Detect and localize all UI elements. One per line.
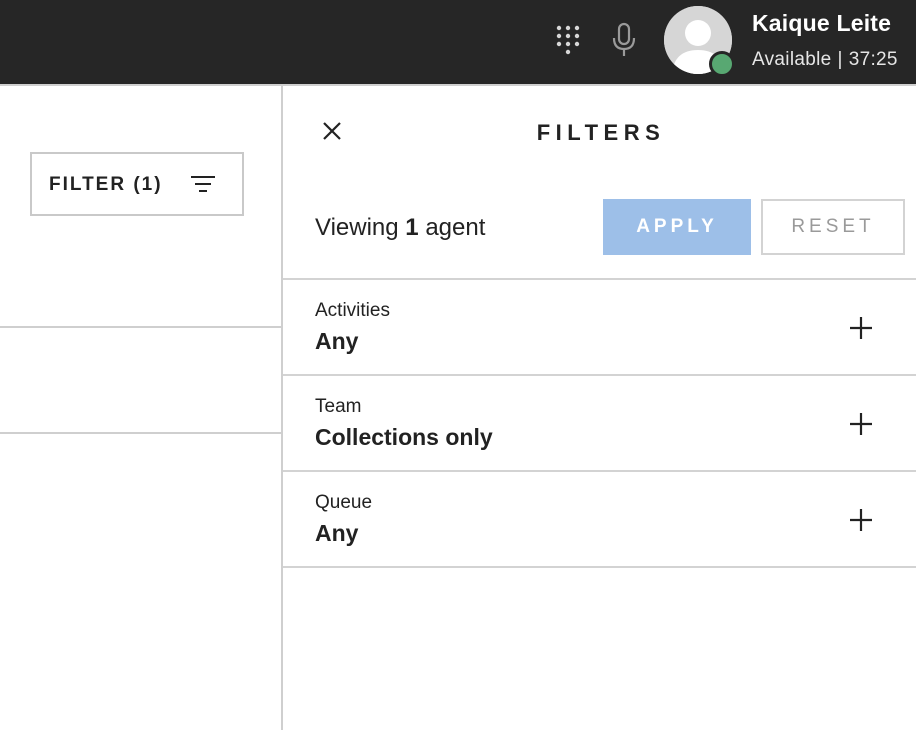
user-status-line: Available | 37:25 — [752, 49, 898, 71]
status-separator: | — [837, 49, 843, 70]
left-content-area: FILTER (1) — [0, 84, 281, 730]
filter-row-value: Any — [315, 520, 359, 546]
viewing-prefix: Viewing — [315, 214, 399, 241]
microphone-icon[interactable] — [610, 22, 638, 58]
filter-row-label: Activities — [315, 300, 390, 321]
top-bar: Kaique Leite Available | 37:25 — [0, 0, 916, 84]
filter-row-value: Collections only — [315, 424, 493, 450]
status-timer: 37:25 — [848, 49, 898, 70]
user-name: Kaique Leite — [752, 10, 892, 36]
apply-button[interactable]: APPLY — [603, 199, 751, 255]
filter-row-value: Any — [315, 328, 359, 354]
viewing-number: 1 — [405, 214, 419, 241]
reset-button[interactable]: RESET — [761, 199, 905, 255]
plus-icon[interactable] — [849, 412, 873, 436]
filter-row-label: Queue — [315, 492, 373, 513]
filter-button-label: FILTER (1) — [49, 174, 163, 195]
viewing-count: Viewing 1 agent — [315, 214, 485, 242]
viewing-suffix: agent — [425, 214, 486, 241]
status-text: Available — [752, 49, 832, 70]
filter-row-activities[interactable]: Activities Any — [283, 278, 916, 374]
plus-icon[interactable] — [849, 508, 873, 532]
filter-button[interactable]: FILTER (1) — [30, 152, 244, 216]
filter-lines-icon — [190, 174, 216, 194]
filter-row-label: Team — [315, 396, 362, 417]
filter-row-queue[interactable]: Queue Any — [283, 470, 916, 566]
divider — [0, 432, 281, 434]
divider — [283, 566, 916, 568]
plus-icon[interactable] — [849, 316, 873, 340]
filter-row-team[interactable]: Team Collections only — [283, 374, 916, 470]
status-indicator-dot — [709, 51, 735, 77]
divider — [0, 326, 281, 328]
dialpad-icon[interactable] — [556, 25, 580, 55]
filters-panel: FILTERS Viewing 1 agent APPLY RESET Acti… — [281, 84, 916, 730]
panel-title: FILTERS — [536, 120, 666, 145]
